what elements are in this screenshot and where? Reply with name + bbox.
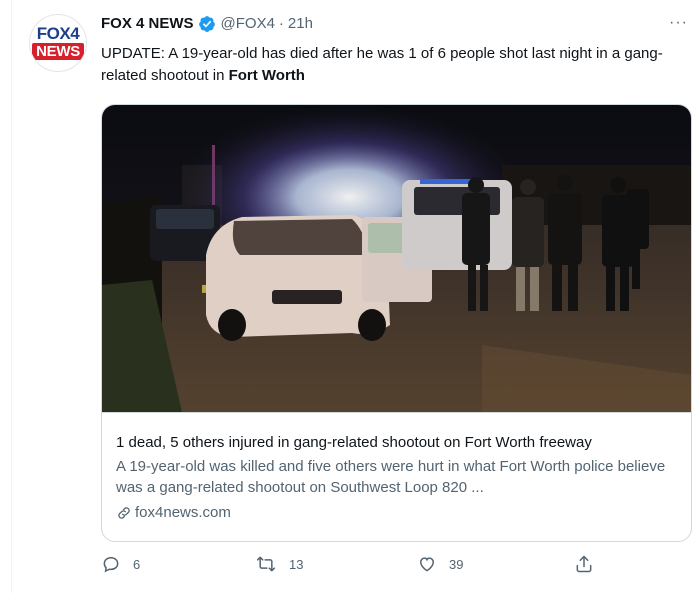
- author-name[interactable]: FOX 4 NEWS: [101, 14, 194, 34]
- tweet-timestamp[interactable]: 21h: [288, 14, 313, 34]
- card-title[interactable]: 1 dead, 5 others injured in gang-related…: [116, 433, 592, 453]
- share-icon: [576, 555, 592, 573]
- link-card[interactable]: 1 dead, 5 others injured in gang-related…: [101, 104, 692, 542]
- tweet-text-location: Fort Worth: [228, 67, 305, 84]
- retweet-button[interactable]: 13: [255, 554, 303, 574]
- avatar-fox-text: FOX4: [36, 24, 80, 43]
- retweet-icon: [256, 556, 276, 572]
- separator-dot: ·: [278, 15, 284, 32]
- more-icon[interactable]: ···: [669, 14, 688, 32]
- author-handle[interactable]: @FOX4: [221, 14, 275, 34]
- reply-count: 6: [133, 556, 141, 572]
- avatar-news-text: NEWS: [32, 43, 84, 60]
- link-icon: [118, 507, 130, 519]
- like-count: 39: [449, 556, 464, 572]
- reply-icon: [103, 556, 119, 573]
- reply-button[interactable]: 6: [101, 554, 140, 574]
- tweet-actions: 6 13 39: [0, 554, 700, 584]
- timeline-border: [11, 0, 12, 593]
- tweet-header: FOX 4 NEWS @FOX4 · 21h: [101, 14, 313, 34]
- tweet-text: UPDATE: A 19-year-old has died after he …: [101, 43, 691, 87]
- card-domain[interactable]: fox4news.com: [116, 503, 231, 523]
- card-domain-text: fox4news.com: [135, 504, 231, 521]
- tweet-text-main: UPDATE: A 19-year-old has died after he …: [101, 45, 663, 84]
- card-photo: [102, 105, 691, 412]
- verified-icon: [198, 16, 215, 32]
- avatar[interactable]: FOX4 NEWS: [29, 14, 87, 72]
- retweet-count: 13: [289, 556, 304, 572]
- like-icon: [419, 557, 435, 572]
- share-button[interactable]: [574, 554, 594, 574]
- card-description: A 19-year-old was killed and five others…: [116, 458, 666, 496]
- card-body: 1 dead, 5 others injured in gang-related…: [102, 412, 691, 541]
- like-button[interactable]: 39: [417, 554, 463, 574]
